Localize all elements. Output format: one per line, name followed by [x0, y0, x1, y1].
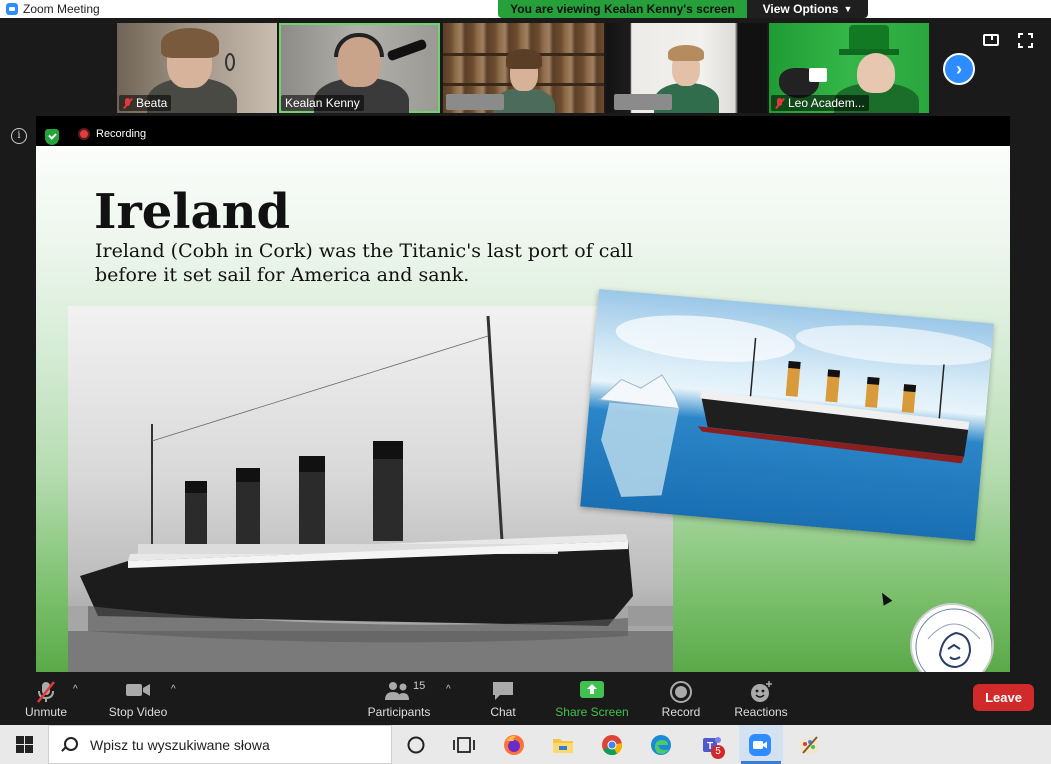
participants-count: 15 — [413, 680, 426, 692]
meeting-info-icon[interactable]: i — [11, 128, 27, 144]
microphone-muted-icon — [37, 681, 55, 703]
mic-muted-icon — [123, 97, 132, 109]
chat-button[interactable]: Chat — [484, 672, 522, 725]
firefox-icon[interactable] — [502, 733, 526, 757]
participant-name-hidden — [614, 94, 672, 110]
recording-dot-icon — [78, 128, 90, 140]
presentation-slide: Ireland Ireland (Cobh in Cork) was the T… — [36, 146, 1010, 672]
participant-video[interactable] — [606, 23, 767, 113]
record-icon — [670, 681, 692, 703]
zoom-app-icon — [6, 3, 18, 15]
unmute-button[interactable]: Unmute — [18, 672, 74, 725]
paint-icon[interactable] — [797, 733, 821, 757]
recording-label: Recording — [96, 128, 147, 140]
titanic-iceberg-illustration — [598, 315, 994, 497]
reactions-button[interactable]: Reactions — [733, 672, 789, 725]
windows-logo-icon — [15, 736, 33, 753]
participant-name-tag: Kealan Kenny — [281, 95, 364, 111]
participant-video[interactable] — [443, 23, 604, 113]
record-button[interactable]: Record — [659, 672, 703, 725]
video-camera-icon — [126, 684, 150, 696]
windows-taskbar: Wpisz tu wyszukiwane słowa T 5 — [0, 725, 1051, 764]
participant-name-tag: Beata — [119, 95, 172, 111]
stop-video-button[interactable]: Stop Video — [104, 672, 172, 725]
zoom-window: { "window": { "title": "Zoom Meeting" },… — [0, 0, 1051, 764]
participants-strip: Beata Kealan Kenny Leo Academ... › — [0, 18, 1051, 116]
mic-muted-icon — [775, 97, 784, 109]
record-label: Record — [661, 705, 701, 719]
participants-options-chevron-icon[interactable]: ^ — [446, 684, 451, 695]
chat-bubble-icon — [493, 682, 513, 700]
view-options-button[interactable]: View Options ▼ — [747, 0, 868, 18]
security-shield-icon[interactable] — [45, 129, 59, 145]
shared-screen-area: i Recording Ireland Ireland (Cobh in Cor… — [0, 116, 1051, 672]
fullscreen-icon[interactable] — [1018, 33, 1033, 48]
participant-name-tag: Leo Academ... — [771, 95, 869, 111]
edge-icon[interactable] — [649, 733, 673, 757]
participant-video-kealan-kenny[interactable]: Kealan Kenny — [279, 23, 440, 113]
participants-label: Participants — [367, 705, 431, 719]
gallery-layout-icon[interactable] — [983, 34, 999, 46]
participants-icon — [385, 682, 409, 700]
video-options-chevron-icon[interactable]: ^ — [171, 684, 176, 695]
search-placeholder: Wpisz tu wyszukiwane słowa — [90, 736, 270, 753]
meeting-toolbar: Unmute ^ Stop Video ^ Participants 15 ^ — [0, 672, 1051, 725]
stop-video-label: Stop Video — [108, 705, 168, 719]
leave-meeting-button[interactable]: Leave — [973, 684, 1034, 711]
file-explorer-icon[interactable] — [551, 733, 575, 757]
taskbar-search-box[interactable]: Wpisz tu wyszukiwane słowa — [48, 725, 392, 764]
participant-video-beata[interactable]: Beata — [117, 23, 277, 113]
share-screen-button[interactable]: Share Screen — [554, 672, 630, 725]
leo-academy-logo-mark — [915, 608, 992, 672]
search-icon — [61, 737, 78, 752]
recording-indicator[interactable]: Recording — [78, 128, 146, 140]
participant-name-hidden — [446, 94, 504, 110]
share-screen-label: Share Screen — [555, 705, 629, 719]
chevron-down-icon: ▼ — [843, 4, 853, 14]
participant-video-leo-academy[interactable]: Leo Academ... — [769, 23, 929, 113]
unmute-label: Unmute — [24, 705, 68, 719]
chrome-icon[interactable] — [600, 733, 624, 757]
start-button[interactable] — [0, 725, 48, 764]
next-page-arrow-icon[interactable]: › — [943, 53, 975, 85]
chat-label: Chat — [490, 705, 516, 719]
zoom-taskbar-icon[interactable] — [748, 733, 772, 757]
teams-notification-badge: 5 — [711, 745, 725, 759]
slide-title: Ireland — [94, 184, 291, 240]
window-title: Zoom Meeting — [23, 2, 100, 16]
task-view-icon[interactable] — [452, 733, 476, 757]
viewing-screen-banner: You are viewing Kealan Kenny's screen — [498, 0, 747, 18]
reactions-smiley-icon — [751, 681, 772, 702]
share-screen-arrow-icon — [580, 681, 604, 698]
audio-options-chevron-icon[interactable]: ^ — [73, 684, 78, 695]
shared-screen-header: Recording — [36, 116, 1010, 146]
cortana-icon[interactable] — [404, 733, 428, 757]
titanic-iceberg-image — [580, 289, 994, 541]
slide-body-text: Ireland (Cobh in Cork) was the Titanic's… — [95, 240, 633, 286]
reactions-label: Reactions — [734, 705, 788, 719]
view-options-label: View Options — [762, 2, 839, 16]
leo-academy-logo — [910, 603, 994, 672]
